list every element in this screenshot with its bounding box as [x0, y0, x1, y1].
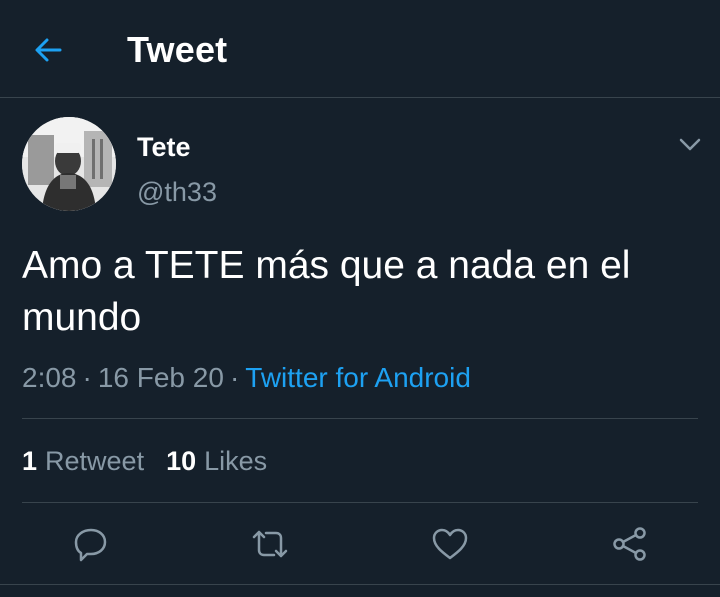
- author-name[interactable]: Tete: [137, 131, 191, 163]
- tweet-source-link[interactable]: Twitter for Android: [245, 362, 471, 393]
- chevron-down-icon[interactable]: [676, 133, 704, 155]
- tweet-date: 16 Feb 20: [97, 362, 224, 393]
- like-count[interactable]: 10 Likes: [166, 446, 267, 476]
- tweet-stats: 1 Retweet 10 Likes: [22, 444, 267, 478]
- divider: [22, 418, 698, 419]
- avatar-photo: [22, 117, 116, 211]
- tweet-actions: [0, 520, 720, 570]
- divider: [22, 502, 698, 503]
- page-title: Tweet: [127, 29, 228, 70]
- like-icon[interactable]: [430, 524, 470, 564]
- like-number: 10: [166, 446, 197, 476]
- share-icon[interactable]: [610, 524, 650, 564]
- retweet-count[interactable]: 1 Retweet: [22, 446, 144, 476]
- back-arrow-icon[interactable]: [30, 32, 66, 68]
- retweet-icon[interactable]: [250, 524, 290, 564]
- retweet-number: 1: [22, 446, 38, 476]
- tweet-text: Amo a TETE más que a nada en el mundo: [22, 244, 631, 339]
- avatar[interactable]: [22, 117, 116, 211]
- reply-icon[interactable]: [71, 524, 111, 564]
- author-handle[interactable]: @th33: [137, 176, 217, 208]
- tweet-time: 2:08: [22, 362, 77, 393]
- meta-separator: ·: [229, 362, 240, 393]
- tweet-meta: 2:08 · 16 Feb 20 · Twitter for Android: [22, 359, 471, 397]
- meta-separator: ·: [82, 362, 92, 393]
- retweet-label: Retweet: [45, 446, 145, 476]
- like-label: Likes: [204, 446, 268, 476]
- divider: [0, 584, 720, 585]
- top-bar: Tweet: [0, 0, 720, 98]
